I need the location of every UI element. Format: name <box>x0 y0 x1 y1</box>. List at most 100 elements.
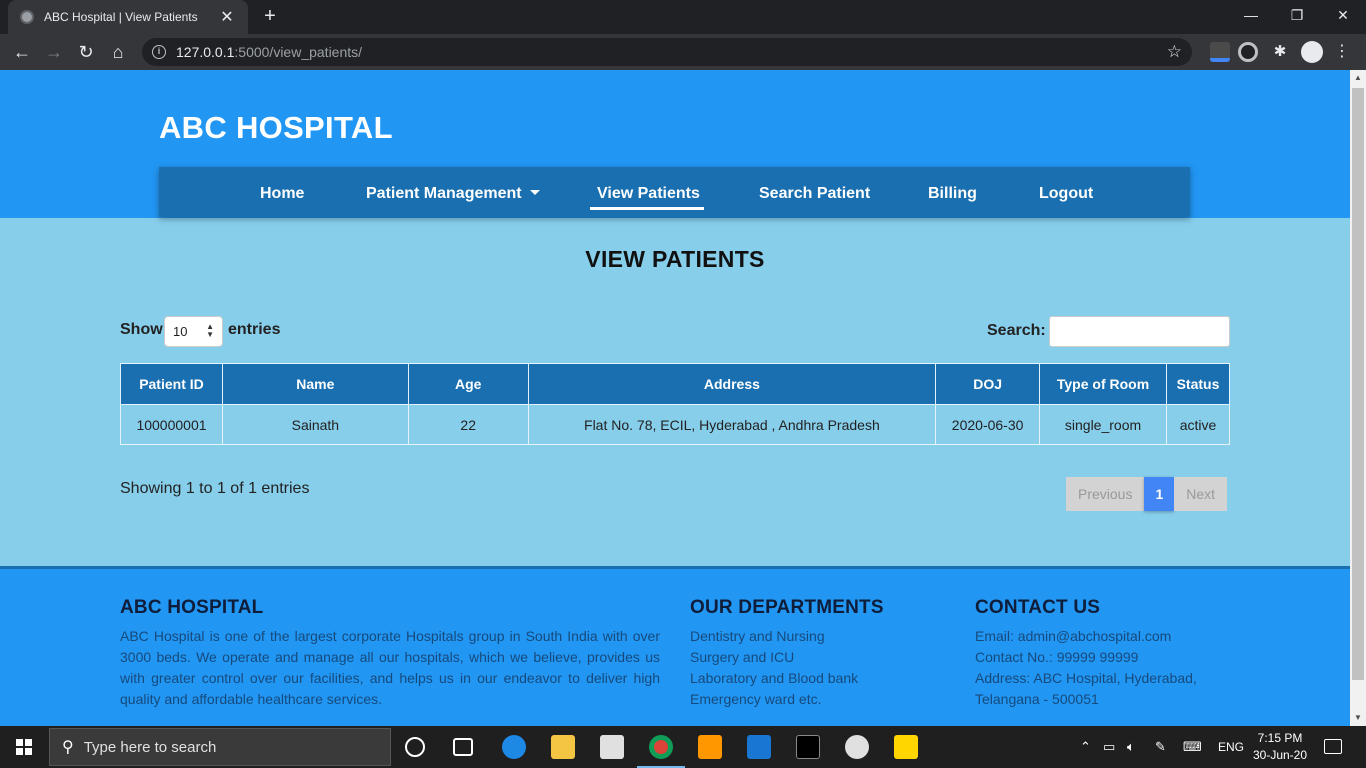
site-brand[interactable]: ABC HOSPITAL <box>159 110 393 146</box>
media-player-icon[interactable] <box>845 735 869 759</box>
menu-kebab-icon[interactable]: ⋮ <box>1332 42 1352 62</box>
nav-home[interactable]: Home <box>260 167 304 217</box>
browser-tab-strip: ABC Hospital | View Patients ✕ + — ❐ ✕ <box>0 0 1366 34</box>
bookmark-star-icon[interactable]: ☆ <box>1167 42 1182 62</box>
table-row: 100000001 Sainath 22 Flat No. 78, ECIL, … <box>120 404 1231 445</box>
record-extension-icon[interactable] <box>1238 42 1258 62</box>
cell-type-of-room: single_room <box>1039 404 1167 445</box>
browser-tab[interactable]: ABC Hospital | View Patients ✕ <box>8 0 248 34</box>
footer-contact-list: Email: admin@abchospital.com Contact No.… <box>975 626 1197 710</box>
column-header-patient-id[interactable]: Patient ID <box>120 363 223 405</box>
browser-toolbar: ← → ↻ ⌂ i 127.0.0.1:5000/view_patients/ … <box>0 34 1366 70</box>
cell-name: Sainath <box>221 404 409 445</box>
vscode-icon[interactable] <box>747 735 771 759</box>
page-1-button[interactable]: 1 <box>1144 477 1175 511</box>
column-header-address[interactable]: Address <box>527 363 937 405</box>
clock-date: 30-Jun-20 <box>1252 748 1308 762</box>
department-item: Dentistry and Nursing <box>690 628 825 644</box>
department-item: Laboratory and Blood bank <box>690 670 859 686</box>
cortana-icon[interactable] <box>405 737 425 757</box>
new-tab-button[interactable]: + <box>258 5 282 29</box>
select-arrows-icon: ▲ ▼ <box>206 322 214 339</box>
table-search-input[interactable] <box>1049 316 1230 347</box>
search-label: Search: <box>987 322 1046 339</box>
contact-email: Email: admin@abchospital.com <box>975 628 1172 644</box>
cell-age: 22 <box>407 404 529 445</box>
contact-phone: Contact No.: 99999 99999 <box>975 649 1139 665</box>
back-arrow-icon[interactable]: ← <box>10 40 34 64</box>
column-header-name[interactable]: Name <box>221 363 409 405</box>
forward-arrow-icon[interactable]: → <box>42 40 66 64</box>
volume-icon[interactable]: 🔈︎ <box>1127 726 1135 768</box>
extension-icon[interactable] <box>1210 42 1230 62</box>
column-header-doj[interactable]: DOJ <box>935 363 1041 405</box>
column-header-status[interactable]: Status <box>1165 363 1231 405</box>
nav-patient-management-label: Patient Management <box>366 185 522 202</box>
puzzle-extensions-icon[interactable]: ✱ <box>1270 42 1290 62</box>
chrome-icon[interactable] <box>649 735 673 759</box>
nav-search-patient[interactable]: Search Patient <box>759 167 870 217</box>
microsoft-store-icon[interactable] <box>600 735 624 759</box>
taskbar-search-box[interactable]: ⚲ Type here to search <box>49 728 391 766</box>
minimize-icon[interactable]: — <box>1228 0 1274 30</box>
page-scrollbar[interactable]: ▲ ▼ <box>1350 70 1366 726</box>
scroll-down-icon[interactable]: ▼ <box>1350 710 1366 726</box>
taskbar-clock[interactable]: 7:15 PM 30-Jun-20 <box>1250 730 1310 764</box>
restore-icon[interactable]: ❐ <box>1274 0 1320 30</box>
table-header-row: Patient ID Name Age Address DOJ Type of … <box>120 363 1231 405</box>
cell-status: active <box>1165 404 1231 445</box>
column-header-type-of-room[interactable]: Type of Room <box>1039 363 1167 405</box>
reload-icon[interactable]: ↻ <box>74 40 98 64</box>
footer-departments-title: OUR DEPARTMENTS <box>690 597 884 618</box>
next-page-button[interactable]: Next <box>1174 477 1228 511</box>
footer-about-title: ABC HOSPITAL <box>120 597 264 618</box>
profile-avatar-icon[interactable] <box>1301 41 1323 63</box>
tab-title: ABC Hospital | View Patients <box>44 10 198 24</box>
nav-billing[interactable]: Billing <box>928 167 977 217</box>
pen-icon[interactable]: ✎ <box>1155 726 1166 768</box>
globe-icon <box>20 10 34 24</box>
column-header-age[interactable]: Age <box>407 363 529 405</box>
taskbar-search-placeholder: Type here to search <box>83 738 217 756</box>
nav-patient-management[interactable]: Patient Management <box>366 167 540 217</box>
url-host: 127.0.0.1 <box>176 44 235 60</box>
entries-select-value: 10 <box>173 324 188 339</box>
cell-patient-id: 100000001 <box>120 404 223 445</box>
sublime-text-icon[interactable] <box>698 735 722 759</box>
show-hidden-icons-icon[interactable]: ⌃ <box>1080 726 1091 768</box>
site-footer: ABC HOSPITAL ABC Hospital is one of the … <box>0 566 1350 726</box>
home-icon[interactable]: ⌂ <box>106 40 130 64</box>
department-item: Surgery and ICU <box>690 649 795 665</box>
terminal-icon[interactable] <box>796 735 820 759</box>
previous-page-button[interactable]: Previous <box>1066 477 1145 511</box>
clock-time: 7:15 PM <box>1257 731 1303 745</box>
notifications-icon[interactable] <box>1324 739 1342 754</box>
cell-doj: 2020-06-30 <box>935 404 1041 445</box>
language-indicator[interactable]: ENG <box>1218 726 1244 768</box>
url-path: :5000/view_patients/ <box>234 44 363 60</box>
nav-logout[interactable]: Logout <box>1039 167 1093 217</box>
contact-address-line-2: Telangana - 500051 <box>975 691 1099 707</box>
start-button[interactable] <box>0 726 48 768</box>
site-info-icon[interactable]: i <box>152 45 166 59</box>
close-tab-icon[interactable]: ✕ <box>218 7 236 27</box>
table-info: Showing 1 to 1 of 1 entries <box>120 480 310 497</box>
battery-icon[interactable]: ▭ <box>1103 726 1115 768</box>
page-title: VIEW PATIENTS <box>585 246 765 272</box>
windows-logo-icon <box>16 739 32 755</box>
close-window-icon[interactable]: ✕ <box>1320 0 1366 30</box>
nav-active-indicator <box>590 207 704 210</box>
address-bar[interactable]: i 127.0.0.1:5000/view_patients/ ☆ <box>142 38 1192 66</box>
task-view-icon[interactable] <box>453 738 473 756</box>
keyboard-icon[interactable]: ⌨ <box>1183 726 1202 768</box>
show-label: Show <box>120 321 163 338</box>
page-viewport: ABC HOSPITAL Home Patient Management Vie… <box>0 70 1350 726</box>
edge-browser-icon[interactable] <box>502 735 526 759</box>
file-explorer-icon[interactable] <box>551 735 575 759</box>
windows-taskbar: ⚲ Type here to search ⌃ ▭ 🔈︎ ✎ ⌨ ENG 7:1… <box>0 726 1366 768</box>
entries-select[interactable]: 10 ▲ ▼ <box>164 316 223 347</box>
scroll-up-icon[interactable]: ▲ <box>1350 70 1366 86</box>
site-header: ABC HOSPITAL Home Patient Management Vie… <box>0 70 1350 218</box>
scrollbar-thumb[interactable] <box>1352 88 1364 680</box>
pdf-reader-icon[interactable] <box>894 735 918 759</box>
